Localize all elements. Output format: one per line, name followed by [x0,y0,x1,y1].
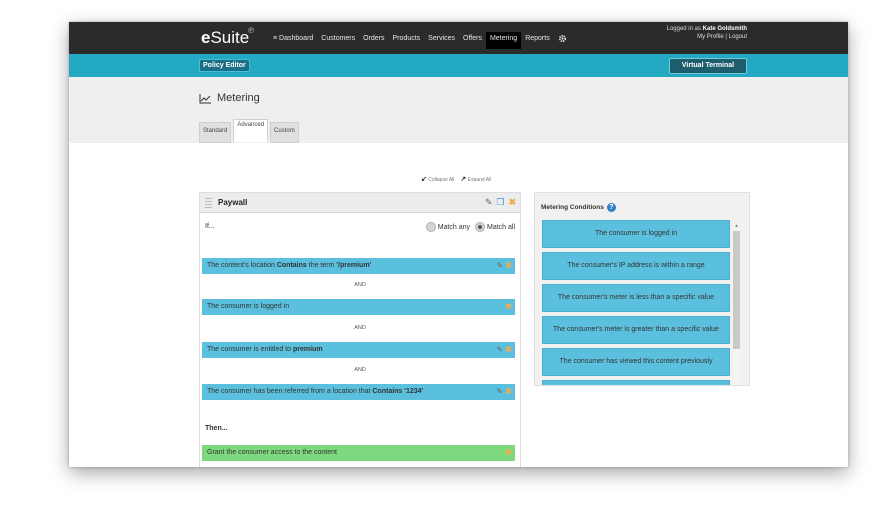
virtual-terminal-button[interactable]: Virtual Terminal [669,58,747,74]
help-icon[interactable]: ? [606,203,616,212]
chart-icon [199,93,211,103]
match-any-radio[interactable]: Match any [425,222,470,232]
login-user: Kate Goldsmith [702,26,747,32]
delete-icon[interactable]: ✖ [505,448,512,457]
nav-item-orders[interactable]: Orders [359,32,388,49]
tab-advanced[interactable]: Advanced [233,119,269,142]
metering-conditions-panel: Metering Conditions ? The consumer is lo… [534,192,750,386]
top-navbar: eSuite ℗ ≡ Dashboard Customers Orders Pro… [69,22,848,54]
metering-conditions-title: Metering Conditions ? [541,203,616,212]
app-window: eSuite ℗ ≡ Dashboard Customers Orders Pro… [69,22,848,467]
edit-pencil-icon[interactable]: ✎ [485,197,493,208]
nav-item-services[interactable]: Services [424,32,459,49]
logo-symbol: ℗ [248,26,254,35]
panel-header: Paywall ✎ ❐ ✖ [200,193,520,213]
edit-pencil-icon[interactable]: ✎ [496,261,503,270]
paywall-policy-panel: Paywall ✎ ❐ ✖ If... Match any Match all … [199,192,521,467]
condition-row[interactable]: The consumer is logged in ✖ [202,299,515,315]
condition-option[interactable]: The consumer's IP address is within a ra… [542,252,730,280]
settings-gear-icon[interactable] [554,32,571,49]
menu-icon: ≡ [273,35,278,42]
expand-all-link[interactable]: ↗ Expand All [460,175,491,183]
delete-icon[interactable]: ✖ [505,387,512,396]
panel-title: Paywall [218,198,248,207]
nav-item-reports[interactable]: Reports [521,32,554,49]
login-info: Logged in as Kate Goldsmith My Profile |… [667,25,747,41]
if-label: If... [205,223,215,230]
profile-logout-links[interactable]: My Profile | Logout [667,33,747,41]
nav-item-metering[interactable]: Metering [485,32,522,49]
scroll-up-arrow-icon[interactable]: ▲ [734,223,739,229]
main-nav: ≡ Dashboard Customers Orders Products Se… [269,32,571,49]
condition-row[interactable]: The consumer has been referred from a lo… [202,384,515,400]
collapse-icon: ↙ [421,176,427,183]
match-all-radio[interactable]: Match all [474,222,515,232]
and-separator: AND [354,282,366,288]
nav-item-dashboard[interactable]: ≡ Dashboard [269,32,317,49]
condition-option[interactable]: The consumer's meter is less than a spec… [542,284,730,312]
condition-option[interactable]: The consumer has viewed this content pre… [542,348,730,376]
nav-item-offers[interactable]: Offers [459,32,486,49]
login-prefix: Logged in as [666,26,701,32]
esuite-logo[interactable]: eSuite ℗ [201,26,254,48]
policy-editor-button[interactable]: Policy Editor [199,59,250,72]
and-separator: AND [354,325,366,331]
panel-actions: ✎ ❐ ✖ [485,197,516,208]
delete-icon[interactable]: ✖ [505,302,512,311]
delete-icon[interactable]: ✖ [508,197,516,208]
delete-icon[interactable]: ✖ [505,345,512,354]
expand-icon: ↗ [460,176,467,183]
page-header [69,77,848,143]
tab-standard[interactable]: Standard [199,122,232,143]
edit-pencil-icon[interactable]: ✎ [496,387,503,396]
copy-icon[interactable]: ❐ [496,197,504,208]
then-label: Then... [205,425,228,432]
page-title: Metering [199,92,260,104]
condition-option[interactable]: The consumer is logged in [542,220,730,248]
match-options: Match any Match all [425,222,515,232]
scrollbar-thumb[interactable] [733,231,740,349]
drag-handle-icon[interactable] [205,197,212,208]
condition-option-partial[interactable] [542,380,730,385]
nav-item-products[interactable]: Products [389,32,425,49]
nav-item-customers[interactable]: Customers [317,32,359,49]
collapse-expand-controls: ↙ Collapse All ↗ Expand All [421,175,491,183]
edit-pencil-icon[interactable]: ✎ [496,345,503,354]
tab-bar: Standard Advanced Custom [199,119,299,143]
condition-row[interactable]: The content's location Contains the term… [202,258,515,274]
radio-selected-icon [474,222,485,232]
radio-icon [425,222,436,232]
condition-row[interactable]: The consumer is entitled to premium ✎ ✖ [202,342,515,358]
page-title-text: Metering [217,92,260,104]
collapse-all-link[interactable]: ↙ Collapse All [421,175,454,183]
tab-custom[interactable]: Custom [270,122,299,143]
and-separator: AND [354,367,366,373]
delete-icon[interactable]: ✖ [505,261,512,270]
action-row[interactable]: Grant the consumer access to the content… [202,445,515,461]
condition-option[interactable]: The consumer's meter is greater than a s… [542,316,730,344]
